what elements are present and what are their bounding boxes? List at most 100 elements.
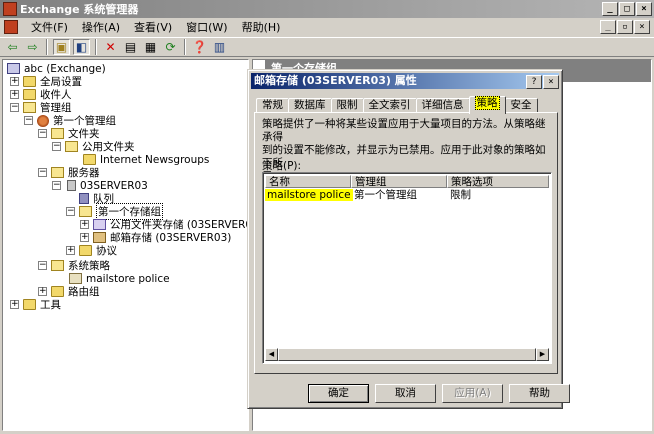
public-store-icon (93, 219, 106, 230)
expand-icon[interactable]: + (66, 246, 75, 255)
tab-general[interactable]: 常规 (256, 98, 289, 113)
collapse-icon[interactable]: − (24, 116, 33, 125)
main-window-title-bar[interactable]: Exchange 系统管理器 _ □ × (0, 0, 654, 18)
apply-button[interactable]: 应用(A) (442, 384, 503, 403)
delete-icon[interactable]: ✕ (102, 39, 119, 55)
public-folder-icon (65, 141, 78, 152)
server-icon (67, 180, 76, 191)
tab-database[interactable]: 数据库 (288, 98, 332, 113)
tree-node-public-folders[interactable]: 公用文件夹 (65, 140, 135, 153)
expand-icon[interactable]: + (10, 300, 19, 309)
folder-icon (83, 154, 96, 165)
up-folder-icon[interactable]: ▣ (53, 39, 70, 55)
folder-icon (23, 299, 36, 310)
refresh-icon[interactable]: ⟳ (162, 39, 179, 55)
expand-icon[interactable]: + (38, 287, 47, 296)
dialog-close-button[interactable]: × (543, 75, 559, 89)
dialog-help-button[interactable]: ? (526, 75, 542, 89)
expand-icon[interactable]: + (10, 77, 19, 86)
menu-window[interactable]: 窗口(W) (179, 19, 234, 35)
folder-open-icon (51, 260, 64, 271)
help-button[interactable]: 帮助 (509, 384, 570, 403)
expand-icon[interactable]: + (10, 90, 19, 99)
maximize-button[interactable]: □ (619, 2, 635, 16)
tree-node-servers[interactable]: 服务器 (51, 166, 100, 179)
toolbar: ⇦ ⇨ ▣ ◧ ✕ ▤ ▦ ⟳ ❓ ▥ (0, 37, 654, 57)
minimize-button[interactable]: _ (602, 2, 618, 16)
forward-arrow-icon[interactable]: ⇨ (24, 39, 41, 55)
console-icon[interactable]: ▥ (211, 39, 228, 55)
expand-icon[interactable]: + (80, 233, 89, 242)
collapse-icon[interactable]: − (52, 181, 61, 190)
tab-limits[interactable]: 限制 (330, 98, 364, 113)
scroll-right-icon[interactable]: ▶ (536, 348, 549, 361)
console-menu-icon[interactable] (4, 20, 18, 34)
column-header-name[interactable]: 名称 (265, 175, 351, 188)
tab-strip: 常规 数据库 限制 全文索引 详细信息 策略 安全 (256, 96, 538, 114)
tab-security[interactable]: 安全 (504, 98, 538, 113)
properties-icon[interactable]: ▤ (122, 39, 139, 55)
child-minimize-button[interactable]: _ (600, 20, 616, 34)
horizontal-scrollbar[interactable]: ◀ ▶ (265, 348, 549, 361)
menu-action[interactable]: 操作(A) (75, 19, 127, 35)
scroll-left-icon[interactable]: ◀ (265, 348, 278, 361)
collapse-icon[interactable]: − (38, 168, 47, 177)
help-icon[interactable]: ❓ (191, 39, 208, 55)
folder-icon (51, 286, 64, 297)
console-tree[interactable]: abc (Exchange) + 全局设置 + 收件人 − 管理组 − 第一个管… (2, 59, 263, 431)
export-icon[interactable]: ▦ (142, 39, 159, 55)
mailbox-store-icon (93, 232, 106, 243)
properties-dialog: 邮箱存储 (03SERVER03) 属性 ? × 常规 数据库 限制 全文索引 … (247, 69, 570, 409)
main-window-title: Exchange 系统管理器 (20, 3, 139, 16)
tab-policies[interactable]: 策略 (468, 96, 506, 114)
list-item[interactable]: mailstore police 第一个管理组 限制 (265, 189, 549, 202)
child-close-button[interactable]: × (634, 20, 650, 34)
column-header-admin-group[interactable]: 管理组 (351, 175, 447, 188)
folder-open-icon (51, 128, 64, 139)
toolbar-separator (95, 39, 97, 55)
collapse-icon[interactable]: − (66, 207, 75, 216)
policy-icon (69, 273, 82, 284)
menu-file[interactable]: 文件(F) (24, 19, 75, 35)
list-item-admin-group: 第一个管理组 (354, 189, 417, 201)
folder-open-icon (23, 102, 36, 113)
folder-icon (23, 76, 36, 87)
folder-icon (79, 245, 92, 256)
menu-view[interactable]: 查看(V) (127, 19, 179, 35)
back-arrow-icon[interactable]: ⇦ (4, 39, 21, 55)
menu-bar: 文件(F) 操作(A) 查看(V) 窗口(W) 帮助(H) _ ▫ × (0, 18, 654, 36)
admin-group-icon (37, 114, 49, 127)
list-item-policy-option: 限制 (450, 189, 471, 201)
collapse-icon[interactable]: − (52, 142, 61, 151)
policy-list-label: 策略(P): (262, 160, 302, 172)
tab-details[interactable]: 详细信息 (415, 98, 470, 113)
collapse-icon[interactable]: − (38, 261, 47, 270)
collapse-icon[interactable]: − (10, 103, 19, 112)
column-header-policy-option[interactable]: 策略选项 (447, 175, 549, 188)
toolbar-separator (184, 39, 186, 55)
tree-node-protocols[interactable]: 协议 (79, 244, 117, 257)
close-button[interactable]: × (636, 2, 652, 16)
policy-list[interactable]: 名称 管理组 策略选项 mailstore police 第一个管理组 限制 ◀… (262, 172, 552, 364)
show-tree-icon[interactable]: ◧ (73, 39, 90, 55)
exchange-app-icon (3, 2, 17, 16)
expand-icon[interactable]: + (80, 220, 89, 229)
menu-help[interactable]: 帮助(H) (235, 19, 288, 35)
dialog-title: 邮箱存储 (03SERVER03) 属性 (254, 74, 417, 87)
toolbar-separator (46, 39, 48, 55)
storage-group-icon (79, 206, 92, 217)
tab-full-text-index[interactable]: 全文索引 (362, 98, 417, 113)
scroll-thumb[interactable] (278, 348, 536, 361)
dialog-title-bar[interactable]: 邮箱存储 (03SERVER03) 属性 (251, 73, 559, 89)
child-restore-button[interactable]: ▫ (617, 20, 633, 34)
folder-icon (23, 89, 36, 100)
cancel-button[interactable]: 取消 (375, 384, 436, 403)
collapse-icon[interactable]: − (38, 129, 47, 138)
folder-open-icon (51, 167, 64, 178)
tree-node-tools[interactable]: 工具 (23, 298, 61, 311)
queue-icon (79, 193, 89, 204)
tree-node-internet-newsgroups[interactable]: Internet Newsgroups (83, 153, 209, 166)
ok-button[interactable]: 确定 (308, 384, 369, 403)
exchange-org-icon (7, 63, 20, 74)
tree-node-system-policies[interactable]: 系统策略 (51, 259, 110, 272)
